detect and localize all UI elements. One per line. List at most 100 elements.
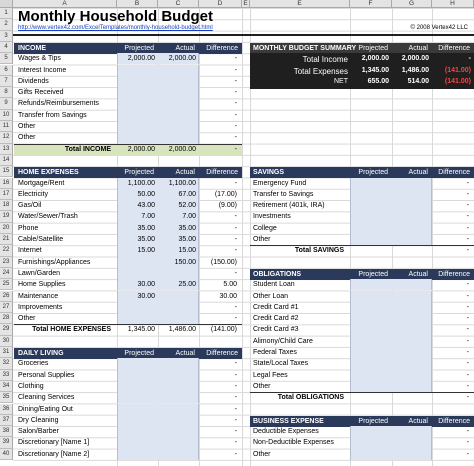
row-header[interactable]: 9 (0, 98, 13, 110)
row-header[interactable]: 18 (0, 200, 13, 212)
column-header[interactable]: F (350, 0, 392, 8)
vertex42-link[interactable]: http://www.vertex42.com/ExcelTemplates/m… (18, 25, 213, 31)
actual-value[interactable]: 2,000.00 (158, 55, 196, 62)
row-header[interactable]: 31 (0, 347, 13, 359)
row-header[interactable]: 7 (0, 75, 13, 88)
projected-input[interactable] (350, 426, 432, 438)
projected-input[interactable] (117, 437, 199, 449)
row-header[interactable]: 2 (0, 19, 13, 31)
row-header[interactable]: 22 (0, 245, 13, 257)
row-header[interactable]: 23 (0, 256, 13, 268)
row-header[interactable]: 8 (0, 87, 13, 99)
row-header[interactable]: 3 (0, 30, 13, 42)
column-header[interactable]: G (392, 0, 432, 8)
actual-value[interactable]: 35.00 (158, 236, 196, 243)
row-header[interactable]: 19 (0, 211, 13, 223)
row-header[interactable]: 39 (0, 437, 13, 449)
projected-value[interactable]: 35.00 (117, 236, 155, 243)
row-header[interactable]: 30 (0, 335, 13, 347)
select-all-corner[interactable] (0, 0, 13, 8)
column-header[interactable]: A (13, 0, 117, 8)
projected-input[interactable] (117, 369, 199, 381)
projected-input[interactable] (117, 414, 199, 427)
column-header[interactable]: E (250, 0, 350, 8)
row-header[interactable]: 33 (0, 369, 13, 381)
row-header[interactable]: 37 (0, 414, 13, 427)
actual-value[interactable]: 67.00 (158, 191, 196, 198)
projected-value[interactable]: 2,000.00 (117, 55, 155, 62)
row-header[interactable]: 6 (0, 64, 13, 76)
projected-input[interactable] (117, 448, 199, 460)
row-header[interactable]: 15 (0, 166, 13, 178)
row-header[interactable]: 38 (0, 426, 13, 438)
row-header[interactable]: 14 (0, 154, 13, 167)
projected-input[interactable] (350, 380, 432, 393)
column-header[interactable]: D (199, 0, 242, 8)
row-header[interactable]: 32 (0, 358, 13, 370)
projected-input[interactable] (117, 98, 199, 110)
projected-input[interactable] (350, 222, 432, 234)
projected-input[interactable] (117, 380, 199, 393)
actual-value[interactable]: 1,100.00 (158, 180, 196, 187)
projected-input[interactable] (350, 448, 432, 460)
projected-input[interactable] (117, 121, 199, 133)
row-header[interactable]: 20 (0, 222, 13, 234)
projected-input[interactable] (350, 324, 432, 336)
projected-input[interactable] (117, 64, 199, 76)
column-header[interactable]: C (158, 0, 199, 8)
row-header[interactable]: 5 (0, 53, 13, 65)
projected-input[interactable] (350, 335, 432, 347)
projected-input[interactable] (117, 403, 199, 415)
row-header[interactable]: 13 (0, 143, 13, 155)
projected-input[interactable] (350, 313, 432, 325)
projected-value[interactable]: 30.00 (117, 293, 155, 300)
projected-value[interactable]: 50.00 (117, 191, 155, 198)
actual-value[interactable]: 25.00 (158, 281, 196, 288)
projected-input[interactable] (350, 301, 432, 314)
projected-input[interactable] (350, 347, 432, 359)
row-header[interactable]: 4 (0, 41, 13, 54)
projected-input[interactable] (350, 358, 432, 370)
actual-value[interactable]: 35.00 (158, 225, 196, 232)
projected-input[interactable] (117, 392, 199, 404)
projected-input[interactable] (117, 358, 199, 370)
projected-input[interactable] (350, 234, 432, 246)
actual-value[interactable]: 150.00 (158, 259, 196, 266)
row-header[interactable]: 10 (0, 109, 13, 121)
row-header[interactable]: 34 (0, 380, 13, 393)
projected-value[interactable]: 35.00 (117, 225, 155, 232)
projected-value[interactable]: 1,100.00 (117, 180, 155, 187)
row-header[interactable]: 26 (0, 290, 13, 302)
projected-input[interactable] (350, 290, 432, 302)
actual-value[interactable]: 7.00 (158, 213, 196, 220)
projected-input[interactable] (117, 426, 199, 438)
projected-input[interactable] (117, 132, 199, 144)
projected-input[interactable] (350, 279, 432, 291)
row-header[interactable]: 21 (0, 234, 13, 246)
projected-input[interactable] (350, 369, 432, 381)
row-header[interactable]: 40 (0, 448, 13, 460)
projected-value[interactable]: 43.00 (117, 202, 155, 209)
row-header[interactable]: 24 (0, 267, 13, 280)
column-header[interactable]: E (242, 0, 250, 8)
row-header[interactable]: 12 (0, 132, 13, 144)
actual-value[interactable]: 52.00 (158, 202, 196, 209)
projected-input[interactable] (350, 188, 432, 201)
projected-value[interactable]: 30.00 (117, 281, 155, 288)
row-header[interactable]: 17 (0, 188, 13, 201)
row-header[interactable]: 35 (0, 392, 13, 404)
projected-input[interactable] (117, 87, 199, 99)
projected-input[interactable] (350, 211, 432, 223)
projected-input[interactable] (117, 301, 199, 314)
projected-input[interactable] (350, 437, 432, 449)
row-header[interactable]: 1 (0, 8, 13, 20)
projected-input[interactable] (117, 313, 199, 325)
column-header[interactable]: H (432, 0, 474, 8)
projected-input[interactable] (117, 75, 199, 88)
column-header[interactable]: B (117, 0, 158, 8)
row-header[interactable]: 16 (0, 177, 13, 189)
actual-value[interactable]: 15.00 (158, 247, 196, 254)
row-header[interactable]: 27 (0, 301, 13, 314)
row-header[interactable]: 28 (0, 313, 13, 325)
row-header[interactable]: 36 (0, 403, 13, 415)
